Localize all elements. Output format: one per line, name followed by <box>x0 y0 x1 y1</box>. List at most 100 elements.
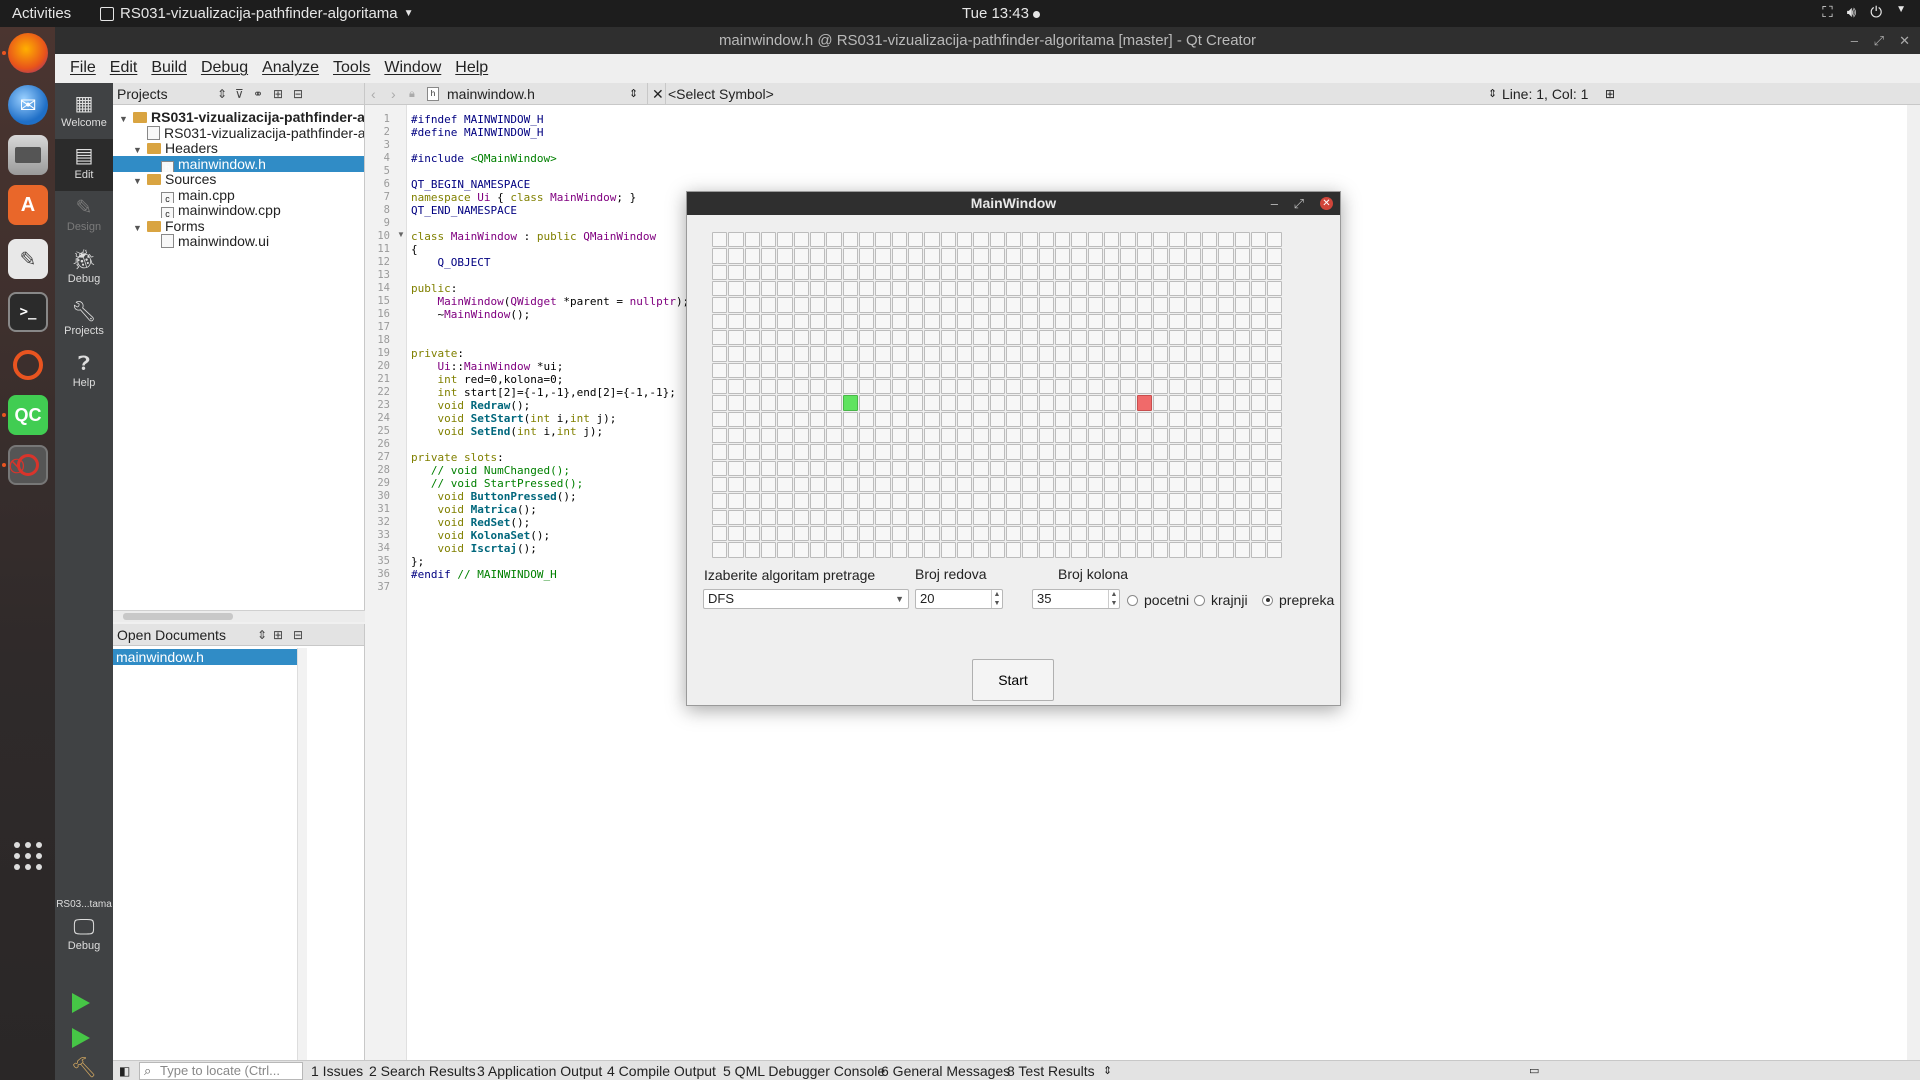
grid-cell[interactable] <box>1087 444 1103 460</box>
grid-cell[interactable] <box>1005 264 1022 280</box>
grid-cell[interactable] <box>940 280 956 297</box>
grid-cell[interactable] <box>1087 297 1103 313</box>
grid-cell[interactable] <box>907 395 924 411</box>
grid-cell[interactable] <box>1250 395 1267 411</box>
project-tree-item[interactable]: mainwindow.ui <box>113 233 364 249</box>
grid-cell[interactable] <box>1120 362 1136 378</box>
grid-cell[interactable] <box>1071 264 1087 280</box>
grid-cell[interactable] <box>858 232 875 248</box>
grid-cell[interactable] <box>973 297 989 313</box>
grid-cell[interactable] <box>1218 280 1234 297</box>
grid-cell[interactable] <box>956 280 973 297</box>
grid-cell[interactable] <box>744 362 760 378</box>
grid-cell[interactable] <box>924 362 940 378</box>
grid-cell[interactable] <box>924 280 940 297</box>
grid-cell[interactable] <box>842 493 858 509</box>
grid-cell[interactable] <box>1267 411 1283 427</box>
grid-cell[interactable] <box>940 444 956 460</box>
grid-cell[interactable] <box>956 232 973 248</box>
grid-cell[interactable] <box>760 362 777 378</box>
grid-cell[interactable] <box>793 313 809 329</box>
grid-cell[interactable] <box>1185 313 1201 329</box>
grid-cell[interactable] <box>924 444 940 460</box>
grid-cell[interactable] <box>891 297 907 313</box>
grid-cell[interactable] <box>1234 362 1250 378</box>
grid-cell[interactable] <box>973 280 989 297</box>
grid-cell[interactable] <box>1152 427 1169 444</box>
grid-cell-end[interactable] <box>1136 395 1152 411</box>
grid-cell[interactable] <box>1038 232 1054 248</box>
grid-cell[interactable] <box>1218 509 1234 525</box>
vertical-scrollbar[interactable] <box>297 648 307 1078</box>
grid-cell[interactable] <box>1054 395 1071 411</box>
grid-cell[interactable] <box>1234 542 1250 558</box>
grid-cell[interactable] <box>1152 525 1169 542</box>
grid-cell[interactable] <box>1218 460 1234 476</box>
grid-cell[interactable] <box>973 232 989 248</box>
grid-cell[interactable] <box>1250 476 1267 493</box>
grid-cell[interactable] <box>793 427 809 444</box>
grid-cell[interactable] <box>1038 476 1054 493</box>
grid-cell[interactable] <box>973 329 989 346</box>
split-icon[interactable]: ⊞ <box>1605 83 1615 105</box>
grid-cell[interactable] <box>1022 509 1038 525</box>
grid-cell[interactable] <box>809 427 826 444</box>
grid-cell[interactable] <box>760 378 777 395</box>
grid-cell[interactable] <box>1005 509 1022 525</box>
grid-cell[interactable] <box>875 378 891 395</box>
grid-cell[interactable] <box>1218 395 1234 411</box>
radio-prepreka[interactable]: prepreka <box>1262 592 1334 608</box>
grid-cell[interactable] <box>973 460 989 476</box>
grid-cell[interactable] <box>1120 280 1136 297</box>
grid-cell[interactable] <box>858 248 875 264</box>
grid-cell[interactable] <box>1071 313 1087 329</box>
grid-cell[interactable] <box>1136 329 1152 346</box>
grid-cell[interactable] <box>842 427 858 444</box>
menu-build[interactable]: Build <box>146 54 192 83</box>
grid-cell[interactable] <box>891 525 907 542</box>
output-tab-compile-output[interactable]: 4 Compile Output <box>607 1061 716 1080</box>
grid-cell[interactable] <box>1103 329 1120 346</box>
grid-cell[interactable] <box>940 476 956 493</box>
grid-cell[interactable] <box>728 362 744 378</box>
grid-cell[interactable] <box>1005 232 1022 248</box>
grid-cell[interactable] <box>744 542 760 558</box>
grid-cell[interactable] <box>891 395 907 411</box>
grid-cell[interactable] <box>1054 362 1071 378</box>
grid-cell[interactable] <box>1250 264 1267 280</box>
grid-cell[interactable] <box>1267 280 1283 297</box>
grid-cell[interactable] <box>940 248 956 264</box>
grid-cell[interactable] <box>777 460 793 476</box>
grid-cell[interactable] <box>973 346 989 362</box>
system-status-area[interactable]: ⛶ 🔊︎ ⏻ ▼ <box>1822 4 1906 21</box>
grid-cell[interactable] <box>1250 280 1267 297</box>
grid-cell[interactable] <box>1054 378 1071 395</box>
grid-cell[interactable] <box>1152 395 1169 411</box>
grid-cell[interactable] <box>793 378 809 395</box>
grid-cell[interactable] <box>712 346 728 362</box>
grid-cell[interactable] <box>875 476 891 493</box>
grid-cell[interactable] <box>924 395 940 411</box>
grid-cell[interactable] <box>989 476 1005 493</box>
grid-cell[interactable] <box>809 476 826 493</box>
grid-cell[interactable] <box>809 411 826 427</box>
grid-cell[interactable] <box>712 329 728 346</box>
ubuntu-logo-icon[interactable] <box>8 345 48 385</box>
project-tree-item[interactable]: ▼ RS031-vizualizacija-pathfinder-algorita… <box>113 109 364 125</box>
grid-cell[interactable] <box>1218 542 1234 558</box>
grid-cell[interactable] <box>1005 313 1022 329</box>
sidebar-toggle-icon[interactable]: ◧ <box>119 1061 130 1080</box>
grid-cell[interactable] <box>1022 329 1038 346</box>
grid-cell[interactable] <box>826 525 842 542</box>
grid-cell[interactable] <box>793 297 809 313</box>
grid-cell[interactable] <box>1152 444 1169 460</box>
grid-cell[interactable] <box>1054 493 1071 509</box>
grid-cell[interactable] <box>1071 378 1087 395</box>
grid-cell[interactable] <box>842 248 858 264</box>
grid-cell[interactable] <box>842 411 858 427</box>
grid-cell[interactable] <box>924 476 940 493</box>
grid-cell[interactable] <box>793 476 809 493</box>
build-hammer-icon[interactable]: 🔨︎ <box>71 1055 96 1080</box>
grid-cell[interactable] <box>777 232 793 248</box>
updown-arrows-icon[interactable]: ⇕ <box>629 83 638 105</box>
